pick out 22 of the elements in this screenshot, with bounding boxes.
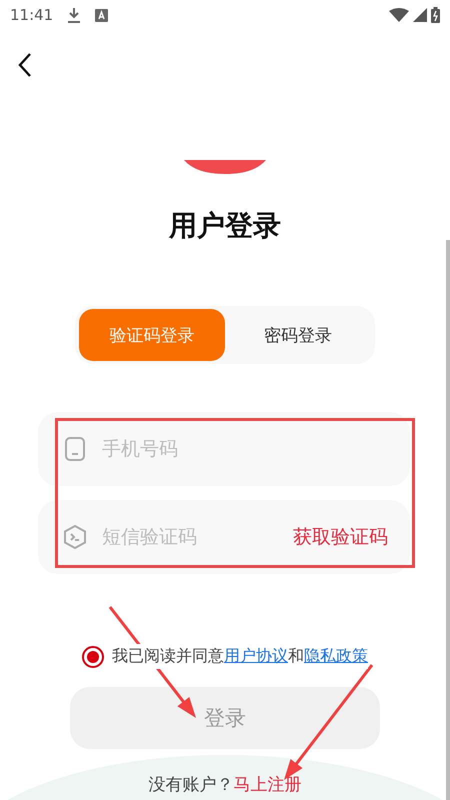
login-tab[interactable]: 密码登录 [225, 309, 371, 361]
agree-radio[interactable] [82, 646, 104, 668]
phone-input[interactable]: 手机号码 [100, 437, 388, 461]
code-field[interactable]: 短信验证码 获取验证码 [38, 500, 410, 574]
phone-icon [64, 437, 86, 461]
status-time: 11:41 [10, 6, 54, 24]
no-account-text: 没有账户？ [148, 774, 234, 796]
code-input[interactable]: 短信验证码 [100, 525, 279, 549]
download-icon [67, 7, 82, 23]
hexagon-icon [64, 525, 86, 549]
register-link[interactable]: 马上注册 [234, 773, 302, 796]
phone-field[interactable]: 手机号码 [38, 412, 410, 486]
page-title: 用户登录 [168, 208, 282, 244]
agreement-text: 我已阅读并同意用户协议和隐私政策 [112, 644, 368, 669]
get-code-link[interactable]: 获取验证码 [293, 524, 388, 550]
policy-link[interactable]: 隐私政策 [304, 646, 368, 665]
login-tab[interactable]: 验证码登录 [79, 309, 225, 361]
battery-icon [431, 7, 440, 23]
notification-icon [95, 8, 108, 22]
signal-icon [413, 8, 427, 22]
policy-link[interactable]: 用户协议 [224, 646, 288, 665]
wifi-icon [389, 8, 409, 22]
